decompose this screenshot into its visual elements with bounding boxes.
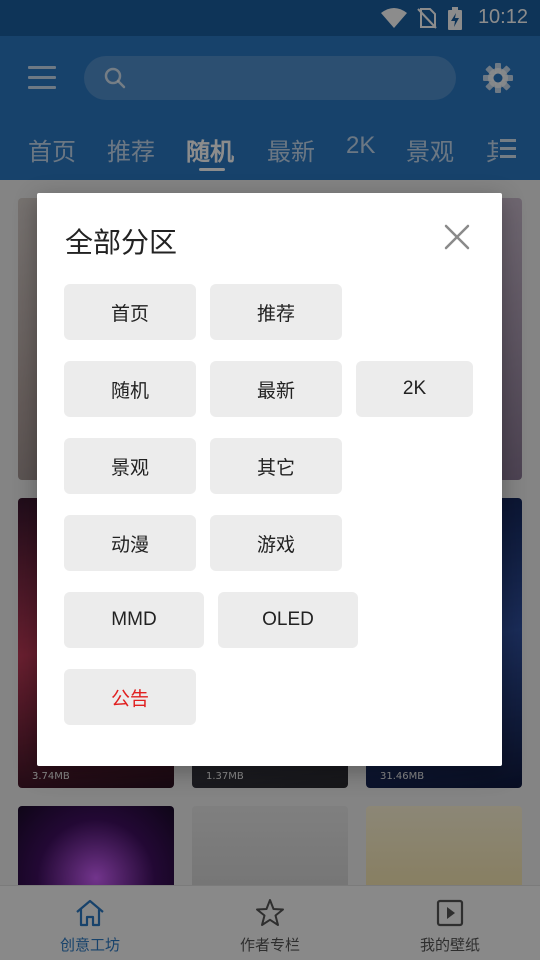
category-chip-2k[interactable]: 2K — [356, 361, 473, 417]
category-chip-games[interactable]: 游戏 — [210, 515, 342, 571]
dialog-title: 全部分区 — [65, 226, 178, 259]
category-chip-announcement[interactable]: 公告 — [64, 669, 196, 725]
category-chip-home[interactable]: 首页 — [64, 284, 196, 340]
all-categories-dialog: 全部分区 首页 推荐 随机 最新 2K 景观 其它 动漫 游戏 MMD OLED… — [37, 193, 502, 766]
category-chip-latest[interactable]: 最新 — [210, 361, 342, 417]
category-chip-mmd[interactable]: MMD — [64, 592, 204, 648]
category-chip-oled[interactable]: OLED — [218, 592, 358, 648]
category-chip-landscape[interactable]: 景观 — [64, 438, 196, 494]
close-icon[interactable] — [443, 223, 471, 251]
category-chip-random[interactable]: 随机 — [64, 361, 196, 417]
category-chip-other[interactable]: 其它 — [210, 438, 342, 494]
category-chip-recommend[interactable]: 推荐 — [210, 284, 342, 340]
category-chip-anime[interactable]: 动漫 — [64, 515, 196, 571]
